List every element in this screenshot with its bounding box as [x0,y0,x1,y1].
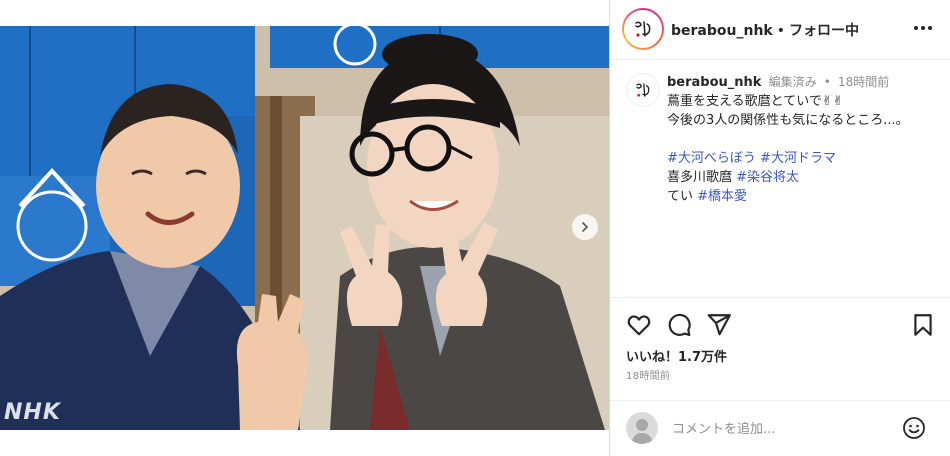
post-actions: いいね！1.7万件 18時間前 [610,297,950,389]
comment-bar [610,400,950,456]
more-icon [914,26,918,30]
user-silhouette-icon [626,412,658,444]
chevron-right-icon [582,222,588,232]
caption-cast-line-1: 喜多川歌麿 #染谷将太 [667,168,942,187]
next-photo-button[interactable] [572,214,598,240]
photo-frame [0,26,609,430]
header-username-line: berabou_nhk • フォロー中 [671,20,859,40]
post-timestamp[interactable]: 18時間前 [626,367,670,382]
heart-icon[interactable] [626,312,652,338]
share-icon[interactable] [706,312,732,338]
post-photo: NHK [0,0,609,456]
smile-icon[interactable] [902,416,926,440]
hashtag-link[interactable]: #大河ドラマ [760,151,836,166]
berabou-logo-icon [629,15,657,43]
post-caption: berabou_nhk 編集済み • 18時間前 蔦重を支える歌麿とていで✌✌ … [610,61,950,297]
photo-illustration [0,26,609,430]
more-options-button[interactable] [910,18,936,38]
bookmark-icon[interactable] [910,312,936,338]
caption-hashtag-line: #大河べらぼう #大河ドラマ [667,149,942,168]
follow-status-button[interactable]: フォロー中 [789,23,859,39]
caption-avatar[interactable] [626,73,660,107]
header-avatar[interactable] [622,8,664,50]
caption-text: berabou_nhk 編集済み • 18時間前 蔦重を支える歌麿とていで✌✌ … [667,73,942,206]
cast-role: てい [667,189,694,204]
caption-header-line: berabou_nhk 編集済み • 18時間前 [667,73,942,92]
hashtag-link[interactable]: #大河べらぼう [667,151,756,166]
caption-bullet: • [823,75,831,89]
caption-cast-line-2: てい #橋本愛 [667,187,942,206]
comment-input[interactable] [672,419,902,439]
more-icon-dot [928,26,932,30]
cast-role: 喜多川歌麿 [667,170,733,185]
current-user-avatar [626,412,658,444]
header-separator: • [776,23,785,39]
post-header: berabou_nhk • フォロー中 [610,0,950,60]
header-username[interactable]: berabou_nhk [671,23,773,39]
likes-count[interactable]: いいね！1.7万件 [626,346,727,365]
post-side-panel: berabou_nhk • フォロー中 berabou_nhk 編集済み • 18時… [610,0,950,456]
more-icon-dot [921,26,925,30]
hashtag-link[interactable]: #橋本愛 [697,189,747,204]
caption-time[interactable]: 18時間前 [838,75,889,89]
caption-edited: 編集済み [768,75,817,89]
broadcaster-watermark: NHK [4,400,61,425]
caption-username[interactable]: berabou_nhk [667,75,761,90]
comment-icon[interactable] [666,312,692,338]
hashtag-link[interactable]: #染谷将太 [736,170,799,185]
caption-line-1: 蔦重を支える歌麿とていで✌✌ [667,94,844,109]
caption-line-2: 今後の3人の関係性も気になるところ...。 [667,113,909,128]
berabou-logo-icon [636,83,650,97]
